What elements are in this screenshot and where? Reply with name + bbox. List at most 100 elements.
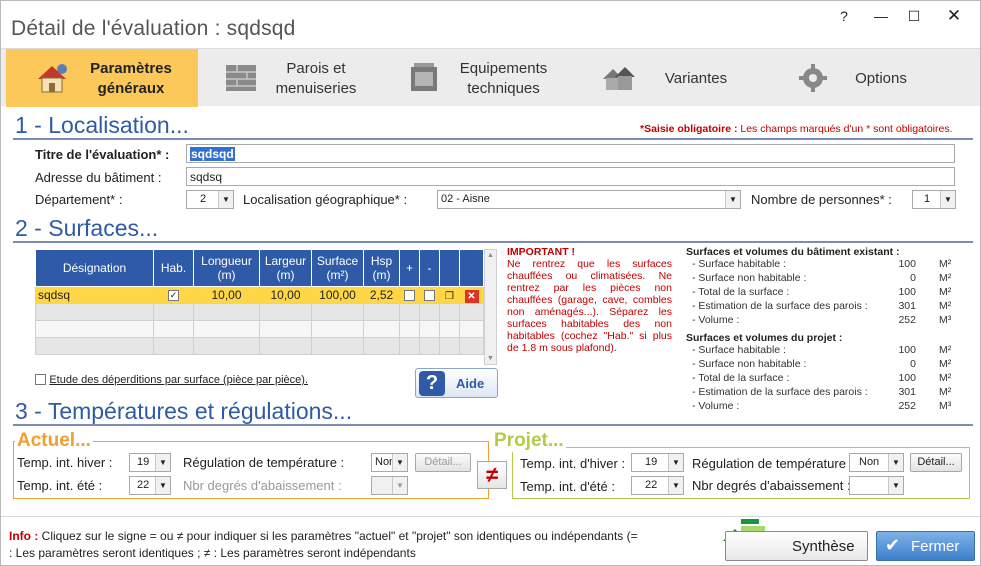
tab-label: Parois et menuiseries <box>275 60 357 97</box>
scroll-up-icon[interactable]: ▲ <box>487 252 494 259</box>
col-longueur: Longueur (m) <box>193 249 260 287</box>
delete-icon[interactable]: ✕ <box>464 289 479 303</box>
check-icon: ✔ <box>885 535 901 555</box>
project-stats-title: Surfaces et volumes du projet : <box>686 332 843 344</box>
actuel-ete-select[interactable]: 22 ▼ <box>129 476 171 495</box>
projet-ete-label: Temp. int. d'été : <box>520 479 615 494</box>
hab-checkbox[interactable]: ✓ <box>168 290 179 302</box>
projet-abaissement-label: Nbr degrés d'abaissement : <box>692 478 851 493</box>
address-label: Adresse du bâtiment : <box>35 170 162 185</box>
remove-row-checkbox[interactable] <box>424 290 435 302</box>
tab-variantes[interactable]: Variantes <box>591 49 751 107</box>
title-label: Titre de l'évaluation* : <box>35 147 170 162</box>
project-stats: Surfaces et volumes du projet : - Surfac… <box>686 332 954 414</box>
tab-parametres-generaux[interactable]: Paramètres généraux <box>6 49 198 107</box>
chevron-down-icon: ▼ <box>668 477 683 494</box>
persons-select[interactable]: 1 ▼ <box>912 190 956 209</box>
cell-hab[interactable]: ✓ <box>153 286 194 304</box>
chevron-down-icon: ▼ <box>668 454 683 471</box>
tab-label: Equipements techniques <box>459 60 548 97</box>
aide-button[interactable]: ? Aide <box>415 368 498 398</box>
evaluation-window: Détail de l'évaluation : sqdsqd ? — ☐ ✕ … <box>0 0 981 566</box>
actuel-hiver-select[interactable]: 19 ▼ <box>129 453 171 472</box>
maximize-button[interactable]: ☐ <box>901 5 927 27</box>
tab-label: Paramètres généraux <box>90 60 172 97</box>
chevron-down-icon: ▼ <box>155 477 170 494</box>
house-settings-icon <box>38 64 67 93</box>
col-hsp: Hsp (m) <box>363 249 400 287</box>
fermer-button[interactable]: ✔ Fermer <box>876 531 975 561</box>
actuel-abaissement-label: Nbr degrés d'abaissement : <box>183 478 342 493</box>
chevron-down-icon: ▼ <box>725 191 740 208</box>
section-divider <box>13 424 973 426</box>
table-row[interactable]: sqdsq ✓ 10,00 10,00 100,00 2,52 ❐ ✕ <box>35 286 484 304</box>
section-title-localisation: 1 - Localisation... <box>15 112 189 138</box>
chevron-down-icon: ▼ <box>155 454 170 471</box>
scroll-down-icon[interactable]: ▼ <box>487 355 494 362</box>
houses-icon <box>603 67 635 90</box>
chevron-down-icon: ▼ <box>888 477 903 494</box>
per-room-checkbox[interactable] <box>35 374 46 386</box>
synthese-button[interactable]: Synthèse <box>725 531 868 561</box>
table-row[interactable] <box>35 320 484 338</box>
per-room-label[interactable]: Etude des déperditions par surface (pièc… <box>49 374 308 386</box>
departement-select[interactable]: 2 ▼ <box>186 190 234 209</box>
table-header: Désignation Hab. Longueur (m) Largeur (m… <box>35 249 484 287</box>
col-remove: - <box>419 249 440 287</box>
projet-hiver-select[interactable]: 19 ▼ <box>631 453 684 472</box>
address-input[interactable]: sqdsq <box>186 167 955 186</box>
actuel-abaissement-select[interactable]: ▼ <box>371 476 408 495</box>
existing-stats: Surfaces et volumes du bâtiment existant… <box>686 246 954 328</box>
col-designation: Désignation <box>35 249 154 287</box>
actuel-detail-button[interactable]: Détail... <box>415 453 471 472</box>
close-button[interactable]: ✕ <box>941 5 967 27</box>
section-title-surfaces: 2 - Surfaces... <box>15 215 159 241</box>
neq-toggle-button[interactable]: ≠ <box>477 461 507 489</box>
tab-parois-menuiseries[interactable]: Parois et menuiseries <box>211 49 381 107</box>
tab-options[interactable]: Options <box>791 49 941 107</box>
chevron-down-icon: ▼ <box>218 191 233 208</box>
col-hab: Hab. <box>153 249 194 287</box>
table-row[interactable] <box>35 337 484 355</box>
table-row[interactable] <box>35 303 484 321</box>
important-note: IMPORTANT ! Ne rentrez que les surfaces … <box>507 246 672 354</box>
minimize-button[interactable]: — <box>868 5 894 27</box>
projet-hiver-label: Temp. int. d'hiver : <box>520 456 626 471</box>
cell-hsp[interactable]: 2,52 <box>363 286 400 304</box>
help-button[interactable]: ? <box>831 5 857 27</box>
title-input[interactable]: sqdsqd <box>186 144 955 163</box>
actuel-regulation-label: Régulation de température : <box>183 455 345 470</box>
equipment-icon <box>411 63 437 91</box>
chevron-down-icon: ▼ <box>392 477 407 494</box>
gear-house-icon <box>799 64 827 92</box>
footer-divider <box>1 516 980 517</box>
section-divider <box>13 138 973 140</box>
tab-equipements-techniques[interactable]: Equipements techniques <box>396 49 571 107</box>
actuel-regulation-select[interactable]: Non ▼ <box>371 453 408 472</box>
per-room-study[interactable]: Etude des déperditions par surface (pièc… <box>35 372 308 386</box>
col-surface: Surface (m²) <box>311 249 364 287</box>
projet-title: Projet... <box>492 430 566 452</box>
cell-longueur[interactable]: 10,00 <box>193 286 260 304</box>
cell-designation[interactable]: sqdsq <box>35 286 154 304</box>
add-row-checkbox[interactable] <box>404 290 415 302</box>
table-scrollbar[interactable]: ▲ ▼ <box>484 249 497 365</box>
fermer-label: Fermer <box>911 538 960 555</box>
geo-select[interactable]: 02 - Aisne ▼ <box>437 190 741 209</box>
persons-label: Nombre de personnes* : <box>751 192 892 207</box>
projet-abaissement-select[interactable]: ▼ <box>849 476 904 495</box>
window-title: Détail de l'évaluation : sqdsqd <box>11 17 296 40</box>
projet-regulation-label: Régulation de température : <box>692 456 854 471</box>
cell-surface[interactable]: 100,00 <box>311 286 364 304</box>
geo-label: Localisation géographique* : <box>243 192 408 207</box>
wall-icon <box>226 65 256 91</box>
projet-regulation-select[interactable]: Non ▼ <box>849 453 904 472</box>
section-title-temperatures: 3 - Températures et régulations... <box>15 398 353 424</box>
projet-ete-select[interactable]: 22 ▼ <box>631 476 684 495</box>
projet-detail-button[interactable]: Détail... <box>910 453 962 472</box>
copy-icon[interactable]: ❐ <box>445 291 454 302</box>
cell-largeur[interactable]: 10,00 <box>259 286 312 304</box>
tab-label: Variantes <box>664 70 728 87</box>
col-add: + <box>399 249 420 287</box>
info-note: Info : Cliquez sur le signe = ou ≠ pour … <box>9 529 638 560</box>
